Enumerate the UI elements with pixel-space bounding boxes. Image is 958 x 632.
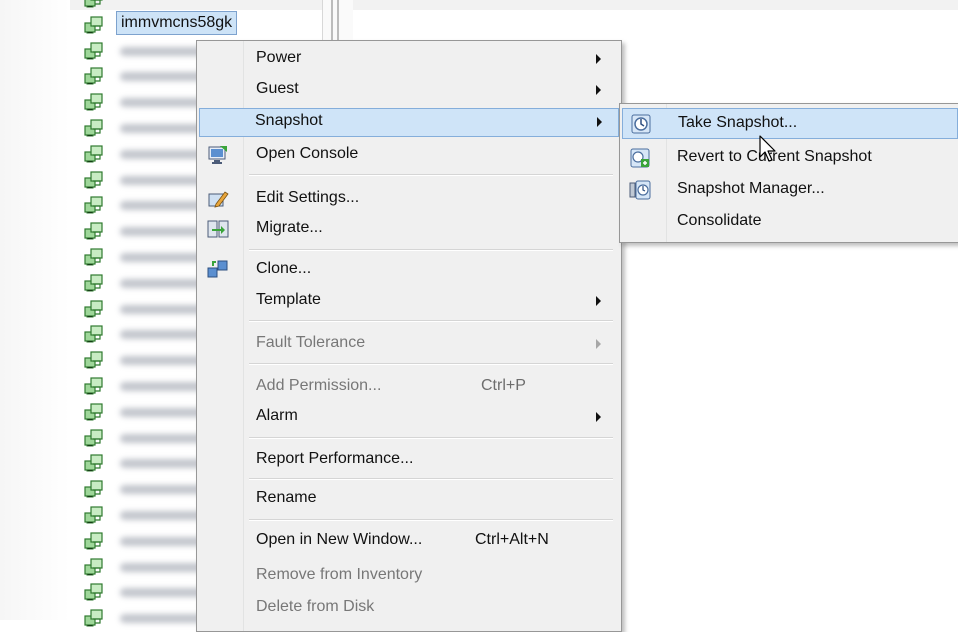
menu-item-delete-from-disk: Delete from Disk — [199, 594, 619, 623]
vm-icon — [84, 67, 104, 85]
menu-item-label: Take Snapshot... — [678, 114, 798, 131]
vm-icon — [84, 480, 104, 498]
menu-separator — [249, 478, 613, 480]
submenu-arrow-icon — [596, 54, 601, 64]
menu-item-guest[interactable]: Guest — [199, 76, 619, 105]
menu-item-shortcut: Ctrl+P — [481, 377, 526, 394]
menu-item-label: Alarm — [256, 407, 298, 424]
menu-item-label: Power — [256, 49, 302, 66]
vm-icon — [84, 93, 104, 111]
menu-item-label: Consolidate — [677, 212, 762, 229]
edit-settings-icon — [207, 188, 229, 210]
vm-context-menu: Power Guest Snapshot Open Console Edit S… — [196, 40, 622, 632]
menu-item-label: Edit Settings... — [256, 189, 360, 206]
vm-icon — [84, 377, 104, 395]
menu-item-open-in-new-window[interactable]: Open in New Window... Ctrl+Alt+N — [199, 527, 619, 556]
menu-item-open-console[interactable]: Open Console — [199, 141, 619, 170]
snapshot-manager-icon — [629, 179, 651, 201]
vm-icon — [84, 170, 104, 189]
menu-item-fault-tolerance: Fault Tolerance — [199, 330, 619, 359]
menu-item-label: Report Performance... — [256, 450, 414, 467]
vm-icon — [84, 145, 104, 163]
menu-item-label: Migrate... — [256, 219, 323, 236]
submenu-arrow-icon — [596, 412, 601, 422]
menu-item-label: Delete from Disk — [256, 598, 375, 615]
vm-icon — [84, 41, 104, 60]
menu-item-alarm[interactable]: Alarm — [199, 403, 619, 432]
splitter-grip — [331, 0, 333, 45]
menu-item-label: Add Permission... — [256, 377, 382, 394]
vm-icon — [84, 16, 104, 34]
menu-item-revert-snapshot[interactable]: Revert to Current Snapshot — [622, 143, 958, 174]
vm-icon — [84, 454, 104, 472]
menu-item-template[interactable]: Template — [199, 287, 619, 316]
migrate-icon — [207, 218, 229, 240]
menu-separator — [249, 363, 613, 365]
menu-separator — [249, 320, 613, 322]
console-icon — [207, 144, 229, 166]
submenu-arrow-icon — [597, 117, 602, 127]
left-panel-background — [0, 0, 70, 620]
menu-item-snapshot-manager[interactable]: Snapshot Manager... — [622, 175, 958, 206]
menu-item-remove-from-inventory: Remove from Inventory — [199, 562, 619, 591]
tree-item-name-selected[interactable]: immvmcns58gk — [116, 10, 238, 35]
mouse-pointer-icon — [759, 135, 781, 165]
vm-icon — [84, 325, 104, 343]
menu-item-report-performance[interactable]: Report Performance... — [199, 446, 619, 475]
splitter-grip — [337, 0, 339, 45]
submenu-arrow-icon — [596, 296, 601, 306]
vm-icon — [84, 532, 104, 550]
menu-separator — [249, 174, 613, 176]
vm-icon — [84, 428, 104, 447]
menu-item-label: Clone... — [256, 260, 312, 277]
menu-item-snapshot[interactable]: Snapshot — [199, 108, 619, 137]
vm-icon — [84, 351, 104, 369]
menu-item-label: Open Console — [256, 145, 359, 162]
menu-separator — [249, 437, 613, 439]
menu-item-consolidate[interactable]: Consolidate — [622, 207, 958, 238]
take-snapshot-icon — [630, 113, 652, 135]
vm-icon — [84, 196, 104, 214]
menu-item-label: Template — [256, 291, 321, 308]
vm-icon — [84, 274, 104, 292]
menu-item-clone[interactable]: Clone... — [199, 256, 619, 285]
menu-item-label: Remove from Inventory — [256, 566, 423, 583]
menu-item-label: Open in New Window... — [256, 531, 423, 548]
menu-item-shortcut: Ctrl+Alt+N — [475, 531, 549, 548]
menu-item-label: Snapshot Manager... — [677, 180, 825, 197]
revert-snapshot-icon — [629, 147, 651, 169]
tree-row-selected[interactable]: immvmcns58gk — [82, 10, 322, 38]
vm-icon — [84, 0, 104, 8]
vm-icon — [84, 222, 104, 240]
menu-item-rename[interactable]: Rename — [199, 485, 619, 514]
clone-icon — [207, 259, 229, 281]
vm-icon — [84, 248, 104, 266]
menu-item-add-permission: Add Permission... Ctrl+P — [199, 373, 619, 402]
snapshot-submenu: Take Snapshot... Revert to Current Snaps… — [619, 103, 958, 243]
menu-item-edit-settings[interactable]: Edit Settings... — [199, 185, 619, 214]
vm-icon — [84, 583, 104, 601]
menu-item-label: Guest — [256, 80, 299, 97]
submenu-arrow-icon — [596, 85, 601, 95]
menu-item-label: Fault Tolerance — [256, 334, 366, 351]
vm-icon — [84, 119, 104, 137]
vm-icon — [84, 609, 104, 627]
vm-icon — [84, 299, 104, 318]
menu-separator — [249, 249, 613, 251]
menu-item-migrate[interactable]: Migrate... — [199, 215, 619, 244]
menu-separator — [249, 519, 613, 521]
vm-icon — [84, 403, 104, 421]
menu-item-label: Rename — [256, 489, 317, 506]
menu-item-power[interactable]: Power — [199, 45, 619, 74]
vm-icon — [84, 557, 104, 576]
submenu-arrow-icon — [596, 339, 601, 349]
menu-item-take-snapshot[interactable]: Take Snapshot... — [622, 108, 958, 139]
vm-icon — [84, 506, 104, 524]
menu-item-label: Snapshot — [255, 112, 323, 129]
